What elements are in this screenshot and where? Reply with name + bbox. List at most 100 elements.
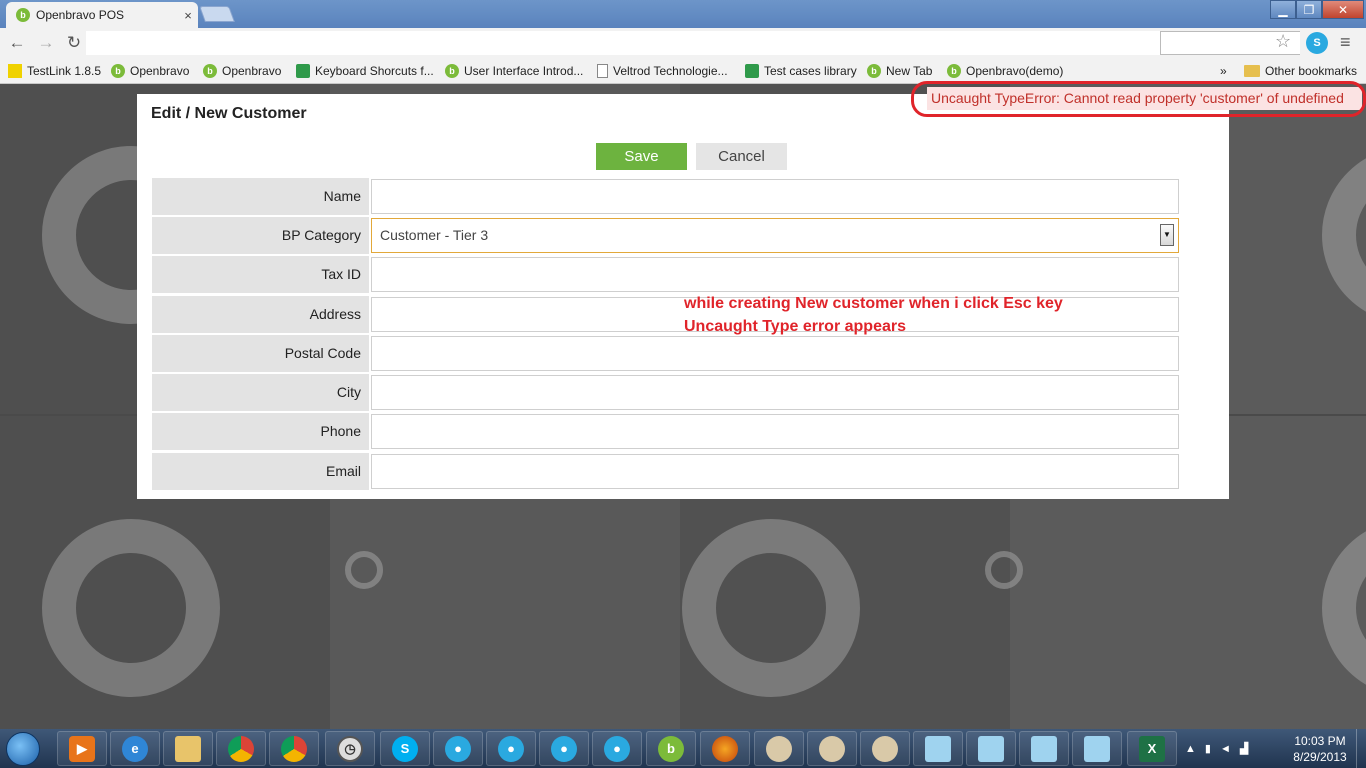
clock-icon: ◷ (337, 735, 363, 762)
bookmark-label: Test cases library (764, 64, 857, 78)
openbravo-icon: b (867, 64, 881, 78)
taskbar-item[interactable] (1072, 731, 1122, 766)
form-row-tax-id: Tax ID (152, 256, 1179, 293)
new-tab-button[interactable] (199, 6, 235, 22)
skype-extension-icon[interactable]: S (1306, 32, 1328, 54)
document-icon (597, 64, 608, 78)
volume-icon[interactable]: ◄ (1220, 743, 1231, 755)
email-input[interactable] (371, 454, 1179, 489)
postal-code-input[interactable] (371, 336, 1179, 371)
close-tab-icon[interactable]: × (178, 8, 198, 23)
bookmark-item[interactable]: TestLink 1.8.5 (8, 62, 101, 80)
reload-icon[interactable]: ↻ (63, 32, 85, 54)
minimize-button[interactable]: ▁ (1270, 0, 1296, 19)
openbravo-logo-icon (682, 519, 860, 697)
bp-category-value: Customer - Tier 3 (380, 227, 489, 243)
bookmark-label: Veltrod Technologie... (613, 64, 728, 78)
field-label: Email (152, 453, 369, 490)
folder-icon (1244, 65, 1260, 77)
annotation-line: Uncaught Type error appears (684, 318, 906, 335)
bookmark-label: Openbravo (130, 64, 190, 78)
form-row-phone: Phone (152, 413, 1179, 450)
bookmark-item[interactable]: b Openbravo (111, 62, 189, 80)
skype-icon: S (392, 735, 418, 762)
city-input[interactable] (371, 375, 1179, 410)
notepad-icon (925, 735, 951, 762)
taskbar-item[interactable]: ● (486, 731, 536, 766)
forward-icon[interactable]: → (35, 32, 57, 54)
chat-icon: ● (604, 735, 630, 762)
paint-icon (819, 735, 845, 762)
taskbar-item[interactable]: ● (433, 731, 483, 766)
field-label: Name (152, 178, 369, 215)
taskbar-item[interactable]: ● (592, 731, 642, 766)
address-bar[interactable] (86, 31, 1300, 55)
bookmark-item[interactable]: b Openbravo(demo) (947, 62, 1063, 80)
taskbar-item[interactable]: b (646, 731, 696, 766)
back-icon[interactable]: ← (6, 32, 28, 54)
bookmark-label: Openbravo(demo) (966, 64, 1064, 78)
error-highlight-outline (911, 81, 1366, 117)
bookmark-label: User Interface Introd... (464, 64, 584, 78)
paint-icon (766, 735, 792, 762)
field-label: Address (152, 296, 369, 333)
form-row-name: Name (152, 178, 1179, 215)
tax-id-input[interactable] (371, 257, 1179, 292)
taskbar-item[interactable] (216, 731, 266, 766)
field-label: Tax ID (152, 256, 369, 293)
field-label: City (152, 374, 369, 411)
bookmark-item[interactable]: Test cases library (745, 62, 857, 80)
taskbar-item[interactable] (754, 731, 804, 766)
taskbar-item[interactable] (269, 731, 319, 766)
bookmark-star-icon[interactable]: ☆ (1275, 31, 1291, 52)
phone-input[interactable] (371, 414, 1179, 449)
taskbar-item[interactable] (807, 731, 857, 766)
bookmark-item[interactable]: Veltrod Technologie... (597, 62, 728, 80)
bookmark-item[interactable]: b User Interface Introd... (445, 62, 583, 80)
taskbar-item[interactable]: ◷ (325, 731, 375, 766)
taskbar-item[interactable]: ▶ (57, 731, 107, 766)
taskbar-item[interactable] (1019, 731, 1069, 766)
taskbar-item[interactable]: X (1127, 731, 1177, 766)
other-bookmarks[interactable]: Other bookmarks (1244, 62, 1357, 80)
field-label: Postal Code (152, 335, 369, 372)
close-window-button[interactable]: ✕ (1322, 0, 1364, 19)
taskbar-item[interactable] (860, 731, 910, 766)
chrome-icon (228, 735, 254, 762)
bookmark-label: New Tab (886, 64, 933, 78)
chat-icon: ● (551, 735, 577, 762)
menu-icon[interactable]: ≡ (1340, 32, 1351, 53)
form-row-postal-code: Postal Code (152, 335, 1179, 372)
bp-category-select[interactable]: Customer - Tier 3 ▼ (371, 218, 1179, 253)
tab-openbravo-pos[interactable]: b Openbravo POS × (6, 2, 198, 28)
spreadsheet-icon (745, 64, 759, 78)
network-icon[interactable]: ▮ (1205, 742, 1211, 755)
system-clock[interactable]: 10:03 PM 8/29/2013 (1290, 733, 1350, 765)
bookmark-item[interactable]: Keyboard Shorcuts f... (296, 62, 434, 80)
save-button[interactable]: Save (596, 143, 687, 170)
name-input[interactable] (371, 179, 1179, 214)
show-desktop-button[interactable] (1356, 729, 1366, 768)
taskbar-item[interactable] (966, 731, 1016, 766)
tab-title: Openbravo POS (36, 8, 125, 22)
chevron-down-icon[interactable]: ▼ (1160, 224, 1174, 246)
taskbar-item[interactable] (913, 731, 963, 766)
openbravo-small-logo-icon (345, 551, 383, 589)
taskbar-item[interactable]: e (110, 731, 160, 766)
media-player-icon: ▶ (69, 735, 95, 762)
bookmark-item[interactable]: b Openbravo (203, 62, 281, 80)
taskbar-item[interactable]: ● (539, 731, 589, 766)
browser-titlebar: b Openbravo POS × ▁ ❐ ✕ (0, 0, 1366, 28)
bookmarks-overflow-icon[interactable]: » (1220, 62, 1227, 80)
annotation-note: while creating New customer when i click… (684, 292, 1063, 338)
openbravo-icon: b (445, 64, 459, 78)
start-button[interactable] (6, 732, 40, 766)
signal-icon[interactable]: ▟ (1240, 742, 1248, 755)
tray-expand-icon[interactable]: ▲ (1185, 743, 1196, 755)
bookmark-item[interactable]: b New Tab (867, 62, 932, 80)
restore-button[interactable]: ❐ (1296, 0, 1322, 19)
taskbar-item[interactable]: S (380, 731, 430, 766)
taskbar-item[interactable] (163, 731, 213, 766)
taskbar-item[interactable] (700, 731, 750, 766)
cancel-button[interactable]: Cancel (696, 143, 787, 170)
